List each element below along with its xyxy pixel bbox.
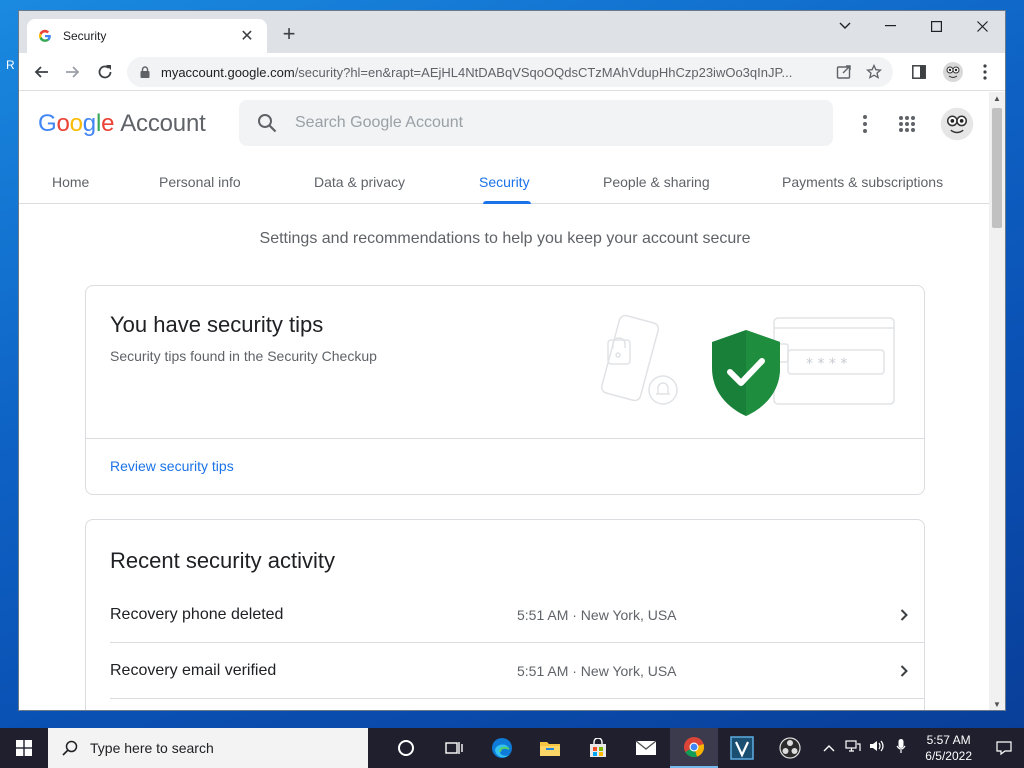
google-apps-icon[interactable] — [891, 108, 923, 140]
address-bar[interactable]: myaccount.google.com/security?hl=en&rapt… — [127, 57, 893, 87]
active-tab-indicator — [483, 201, 531, 204]
tab-title: Security — [63, 29, 107, 43]
clock-time: 5:57 AM — [926, 733, 971, 747]
v-app-icon[interactable] — [718, 728, 766, 768]
search-icon — [239, 113, 295, 133]
chevron-right-icon — [884, 664, 924, 677]
review-security-tips-link[interactable]: Review security tips — [110, 458, 234, 474]
activity-label: Recovery email verified — [110, 661, 277, 679]
chrome-browser-icon[interactable] — [670, 728, 718, 768]
tips-card-title: You have security tips — [110, 312, 324, 337]
activity-meta: 5:51 AM · New York, USA — [517, 662, 677, 679]
account-avatar[interactable] — [937, 104, 977, 144]
security-shield-illustration: * * * * — [596, 314, 896, 426]
chevron-up-icon[interactable] — [817, 739, 841, 757]
security-intro-text: Settings and recommendations to help you… — [259, 230, 751, 247]
browser-tab-security[interactable]: Security ✕ — [27, 19, 267, 53]
tab-close-icon[interactable]: ✕ — [237, 26, 257, 46]
scrollbar-thumb[interactable] — [992, 108, 1002, 228]
logo-account-text: Account — [120, 110, 206, 137]
start-button[interactable] — [0, 728, 48, 768]
tab-strip: Security ✕ + — [19, 11, 1005, 53]
volume-icon[interactable] — [865, 739, 889, 758]
bookmark-star-icon[interactable] — [859, 57, 889, 87]
file-explorer-icon[interactable] — [526, 728, 574, 768]
edge-browser-icon[interactable] — [478, 728, 526, 768]
mail-icon[interactable] — [622, 728, 670, 768]
page-scrollbar[interactable]: ▲ ▼ — [989, 92, 1005, 710]
chevron-right-icon — [884, 608, 924, 621]
more-options-icon[interactable] — [849, 108, 881, 140]
share-icon[interactable] — [829, 57, 859, 87]
taskbar-search-text: Type here to search — [90, 740, 214, 756]
tab-payments-subscriptions[interactable]: Payments & subscriptions — [782, 174, 943, 190]
side-panel-icon[interactable] — [903, 56, 935, 88]
google-favicon-icon — [37, 28, 53, 44]
recent-activity-card: Recent security activity Recovery phone … — [85, 519, 925, 710]
search-input[interactable] — [295, 114, 775, 132]
taskbar-search-box[interactable]: Type here to search — [48, 728, 368, 768]
microphone-icon[interactable] — [889, 738, 913, 759]
obs-studio-icon[interactable] — [766, 728, 814, 768]
microsoft-store-icon[interactable] — [574, 728, 622, 768]
browser-toolbar: myaccount.google.com/security?hl=en&rapt… — [19, 53, 1005, 91]
tab-security[interactable]: Security — [479, 174, 530, 190]
url-host: myaccount.google.com — [161, 64, 295, 80]
tab-search-chevron-icon[interactable] — [822, 11, 868, 41]
close-window-button[interactable] — [959, 11, 1005, 41]
url-path: /security?hl=en&rapt=AEjHL4NtDABqVSqoOQd… — [294, 64, 793, 80]
tab-people-sharing[interactable]: People & sharing — [603, 174, 710, 190]
new-tab-button[interactable]: + — [277, 23, 301, 47]
clock-date: 6/5/2022 — [925, 749, 972, 763]
activity-label: Recovery phone deleted — [110, 605, 284, 623]
browser-window: Security ✕ + myaccount.google.com/securi… — [18, 10, 1006, 711]
back-button[interactable] — [25, 56, 57, 88]
scroll-down-arrow-icon[interactable]: ▼ — [989, 698, 1005, 710]
tips-card-subtitle: Security tips found in the Security Chec… — [110, 348, 377, 364]
account-nav-tabs: Home Personal info Data & privacy Securi… — [19, 156, 991, 204]
forward-button[interactable] — [57, 56, 89, 88]
tab-home[interactable]: Home — [52, 174, 89, 190]
scroll-up-arrow-icon[interactable]: ▲ — [989, 92, 1005, 106]
page-content: Google Account Search Google Account Hom… — [19, 92, 991, 710]
lock-icon — [137, 64, 153, 80]
tab-data-privacy[interactable]: Data & privacy — [314, 174, 405, 190]
tab-personal-info[interactable]: Personal info — [159, 174, 241, 190]
task-view-icon[interactable] — [430, 728, 478, 768]
profile-avatar[interactable] — [937, 56, 969, 88]
desktop-icon-label: R — [6, 58, 15, 72]
card-divider — [86, 438, 924, 439]
browser-menu-icon[interactable] — [969, 56, 1001, 88]
reload-button[interactable] — [89, 56, 121, 88]
google-account-logo[interactable]: Google Account — [38, 110, 206, 138]
windows-taskbar: Type here to search 5:57 AM 6/5/2022 — [0, 728, 1024, 768]
svg-text:* * * *: * * * * — [806, 356, 847, 372]
network-icon[interactable] — [841, 739, 865, 758]
security-tips-card: You have security tips Security tips fou… — [85, 285, 925, 495]
minimize-button[interactable] — [867, 11, 913, 41]
maximize-button[interactable] — [913, 11, 959, 41]
taskbar-clock[interactable]: 5:57 AM 6/5/2022 — [925, 732, 972, 764]
search-icon — [62, 740, 78, 756]
account-search-box[interactable] — [239, 100, 833, 146]
activity-row-recovery-phone[interactable]: Recovery phone deleted 5:51 AM · New Yor… — [110, 587, 924, 643]
system-tray: 5:57 AM 6/5/2022 — [817, 728, 1024, 768]
notifications-icon[interactable] — [984, 740, 1024, 756]
activity-row-recovery-email[interactable]: Recovery email verified 5:51 AM · New Yo… — [110, 643, 924, 699]
activity-meta: 5:51 AM · New York, USA — [517, 606, 677, 623]
cortana-icon[interactable] — [382, 728, 430, 768]
account-header: Google Account — [19, 92, 991, 156]
activity-card-title: Recent security activity — [110, 548, 335, 573]
